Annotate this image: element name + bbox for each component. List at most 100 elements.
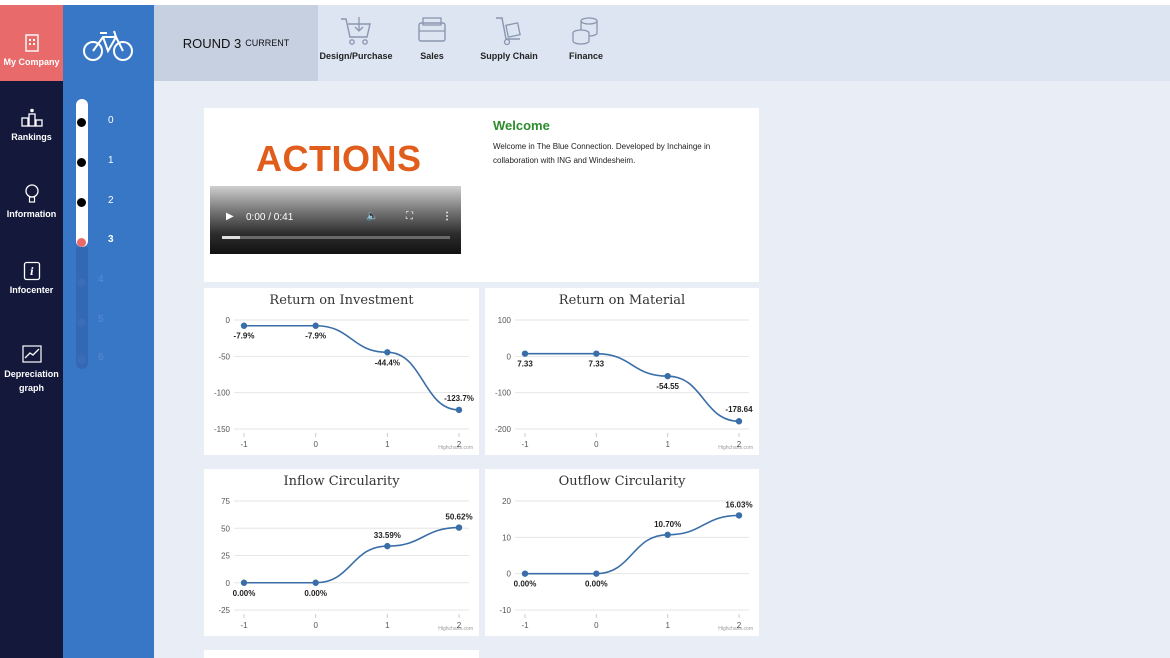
tab-label: Supply Chain [480, 51, 538, 61]
round-track-future [76, 247, 88, 369]
data-label: -178.64 [725, 405, 753, 414]
data-label: 50.62% [445, 513, 472, 522]
nav-item-infocenter[interactable]: i Infocenter [0, 261, 63, 295]
coins-icon [572, 17, 598, 45]
data-point[interactable] [455, 524, 463, 531]
x-tick-label: 2 [457, 440, 462, 449]
data-label: -7.9% [234, 332, 255, 341]
data-point[interactable] [384, 542, 391, 550]
nav-label: My Company [3, 57, 60, 67]
more-options-icon[interactable]: ⋮ [442, 211, 452, 222]
bicycle-icon [83, 30, 133, 61]
data-point[interactable] [521, 350, 529, 357]
round-dot [77, 118, 86, 127]
chart-inflow-circularity: Inflow Circularity Highcharts.com 75 50 25… [204, 469, 479, 636]
y-tick-label: 0 [507, 352, 512, 361]
chart-return-on-investment: Return on Investment Highcharts.com 0 -50… [204, 288, 479, 455]
data-label: -44.4% [375, 358, 400, 367]
nav-label: Infocenter [9, 285, 54, 295]
data-point[interactable] [455, 406, 463, 414]
round-tab-label: ROUND 3 [182, 35, 242, 51]
round-tab[interactable]: ROUND 3 CURRENT [154, 5, 318, 81]
chart-outflow-circularity: Outflow Circularity Highcharts.com 20 10 0… [485, 469, 759, 636]
x-tick-label: 1 [385, 621, 390, 630]
y-tick-label: 0 [507, 570, 512, 579]
video-player[interactable]: ▶ 0:00 / 0:41 🔈 ⛶ ⋮ [210, 186, 461, 254]
welcome-text: Welcome in The Blue Connection. Develope… [493, 142, 711, 165]
series-line [243, 324, 460, 411]
data-point[interactable] [593, 350, 600, 357]
tab-finance[interactable]: Finance [564, 5, 608, 81]
series-line [525, 514, 740, 575]
nav-item-depreciation-graph[interactable]: Depreciation graph [0, 345, 63, 395]
data-point[interactable] [735, 418, 743, 425]
play-icon[interactable]: ▶ [226, 211, 234, 222]
data-label: 10.70% [654, 520, 681, 529]
series-line [525, 352, 740, 423]
welcome-heading: Welcome [493, 118, 550, 133]
welcome-card: ACTIONS ▶ 0:00 / 0:41 🔈 ⛶ ⋮ Welcome Welc… [204, 108, 759, 282]
data-point[interactable] [735, 512, 743, 519]
video-progress-bar[interactable] [222, 236, 450, 239]
actions-title: ACTIONS [256, 138, 422, 179]
x-tick-label: -1 [240, 621, 248, 630]
data-label: -123.7% [444, 394, 474, 403]
data-point[interactable] [664, 372, 671, 380]
company-icon [24, 34, 39, 52]
round-dot-future [77, 278, 86, 287]
round-0[interactable]: 0 [108, 115, 114, 126]
x-tick-label: 0 [594, 621, 599, 630]
round-dot-future [77, 318, 86, 327]
cart-icon [341, 17, 371, 45]
y-tick-label: -10 [499, 606, 511, 615]
lightbulb-icon [24, 184, 39, 203]
tab-label: Sales [420, 51, 444, 61]
data-label: 16.03% [725, 500, 752, 509]
data-point[interactable] [521, 570, 529, 577]
x-tick-label: -1 [521, 440, 529, 449]
nav-item-rankings[interactable]: Rankings [0, 108, 63, 142]
y-tick-label: 20 [502, 497, 511, 506]
round-1[interactable]: 1 [108, 155, 114, 166]
x-tick-label: -1 [521, 621, 529, 630]
y-tick-label: 0 [226, 316, 231, 325]
nav-item-information[interactable]: Information [0, 183, 63, 219]
round-dot-current [77, 238, 86, 247]
data-label: 0.00% [304, 589, 327, 598]
data-point[interactable] [240, 579, 248, 586]
y-tick-label: 75 [221, 497, 230, 506]
fullscreen-icon[interactable]: ⛶ [406, 211, 413, 222]
y-tick-label: -50 [218, 352, 230, 361]
tab-design-purchase[interactable]: Design/Purchase [314, 5, 398, 81]
y-tick-label: -200 [495, 425, 512, 434]
x-tick-label: 0 [594, 440, 599, 449]
tab-label: Finance [568, 51, 603, 61]
x-tick-label: 1 [665, 440, 670, 449]
video-progress-fill [222, 236, 241, 239]
round-3[interactable]: 3 [108, 234, 114, 245]
data-point[interactable] [384, 349, 391, 356]
data-point[interactable] [593, 570, 600, 577]
x-tick-label: 0 [313, 440, 318, 449]
tab-supply-chain[interactable]: Supply Chain [476, 5, 542, 81]
round-2[interactable]: 2 [108, 195, 114, 206]
x-tick-label: 1 [385, 440, 390, 449]
data-point[interactable] [312, 322, 319, 329]
data-label: -54.55 [656, 382, 679, 391]
top-bar: ROUND 3 CURRENT Design/Purchase Sales Su… [154, 5, 1170, 81]
video-time: 0:00 / 0:41 [246, 212, 294, 223]
data-point[interactable] [240, 322, 248, 329]
nav-item-my-company[interactable]: My Company [0, 5, 63, 81]
y-tick-label: 25 [221, 552, 230, 561]
nav-label: Depreciation graph [4, 369, 59, 393]
tab-sales[interactable]: Sales [412, 5, 452, 81]
data-point[interactable] [664, 531, 671, 538]
x-tick-label: -1 [240, 440, 248, 449]
nav-label: Rankings [11, 132, 52, 142]
data-label: -7.9% [305, 332, 326, 341]
volume-icon[interactable]: 🔈 [366, 211, 378, 222]
x-tick-label: 0 [313, 621, 318, 630]
data-point[interactable] [312, 579, 319, 586]
x-tick-label: 2 [457, 621, 462, 630]
round-tab-sub: CURRENT [245, 38, 290, 48]
